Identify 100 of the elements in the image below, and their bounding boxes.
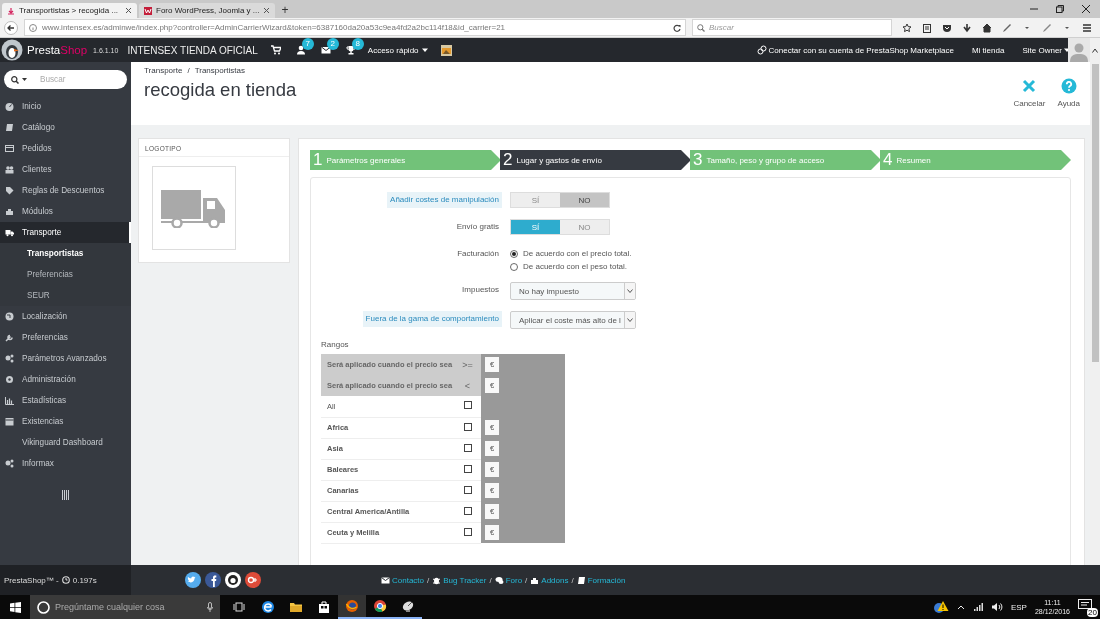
cart-icon[interactable] [270,45,281,55]
breadcrumb-link[interactable]: Transportistas [194,66,245,75]
checkbox[interactable] [463,443,472,452]
image-icon[interactable] [440,44,452,56]
browser-icon[interactable] [261,600,275,614]
sidebar-item[interactable]: Localización [0,306,131,327]
sidebar-item[interactable]: Transporte [0,222,131,243]
shop-name[interactable]: INTENSEX TIENDA OFICIAL [127,44,258,56]
folder-icon[interactable] [289,600,303,614]
chevron-up-icon[interactable] [956,604,965,610]
box-icon [5,417,14,426]
breadcrumb-separator: / [187,66,190,75]
page-icon [7,6,15,15]
sidebar-item[interactable]: Módulos [0,201,131,222]
caret-icon [421,47,428,53]
reload-icon[interactable] [673,23,681,32]
sidebar-item[interactable]: Preferencias [0,327,131,348]
checkbox[interactable] [463,464,472,473]
toggle-switch[interactable]: SÍ NO [510,192,610,208]
home-icon[interactable] [982,22,992,33]
select-field[interactable]: No hay impuesto [510,282,636,300]
sidebar-item[interactable]: Informax [0,453,131,474]
task-view-icon[interactable] [233,600,247,614]
pencil-icon[interactable] [1042,22,1052,33]
social-icon[interactable] [205,572,221,588]
social-icon[interactable] [245,572,261,588]
sidebar-item[interactable]: Parámetros Avanzados [0,348,131,369]
breadcrumb-link[interactable]: Transporte [144,66,183,75]
notification-button[interactable]: 20 [1078,599,1096,615]
new-tab-button[interactable]: + [277,3,293,18]
satellite-dish-icon[interactable] [401,599,415,613]
sidebar-item[interactable]: Clientes [0,159,131,180]
speaker-icon[interactable] [990,602,1003,612]
user-icon[interactable] [295,45,306,55]
network-icon[interactable] [972,602,983,612]
minimize-icon[interactable] [1030,5,1038,13]
sidebar-item[interactable]: Existencias [0,411,131,432]
marketplace-link[interactable]: Conectar con su cuenta de PrestaShop Marketplace [756,45,954,55]
shop-link[interactable]: Mi tienda [971,45,1005,55]
search-field[interactable]: Pregúntame cualquier cosa [30,595,220,619]
sidebar-item[interactable]: Inicio [0,96,131,117]
footer-link[interactable]: Foro [494,575,523,585]
star-icon[interactable] [902,22,912,33]
sidebar-subitem[interactable]: Preferencias [0,264,131,285]
trophy-icon[interactable] [345,45,356,55]
language-indicator[interactable]: ESP [1010,602,1027,612]
envelope-icon[interactable] [320,45,331,55]
footer-link[interactable]: Formación [576,575,626,585]
shield-icon[interactable] [942,22,952,33]
sidebar-item[interactable]: Catálogo [0,117,131,138]
sidebar-subitem[interactable]: Transportistas [0,243,131,264]
help-icon [1060,78,1077,94]
clipboard-icon[interactable] [922,22,932,33]
sidebar-item[interactable]: Estadísticas [0,390,131,411]
link-separator: / [427,575,430,585]
close-icon[interactable] [125,7,132,14]
sidebar-item[interactable]: Pedidos [0,138,131,159]
checkbox[interactable] [463,506,472,515]
gears-icon [5,459,14,468]
collapse-icon[interactable] [62,490,69,500]
close-icon[interactable] [1082,5,1090,13]
footer-link[interactable]: Contacto [381,575,425,585]
radio-button[interactable] [510,249,518,258]
restore-icon[interactable] [1056,5,1064,13]
url-field[interactable]: www.intensex.es/adminwe/index.php?controller=AdminCarrierWizard&token=6387160da20a53c9ea4fd2a2bc114f18&id_carrier=21 [24,19,686,36]
radio-button[interactable] [510,262,518,271]
pencil-icon[interactable] [1002,22,1012,33]
scroll-up-icon[interactable] [1092,47,1098,53]
footer-brand: PrestaShop™ - [4,575,59,585]
sidebar-item[interactable]: Reglas de Descuentos [0,180,131,201]
cancel-button[interactable]: Cancelar [1013,78,1046,108]
sidebar-subitem[interactable]: SEUR [0,285,131,306]
windows-icon[interactable] [9,601,21,613]
footer-link[interactable]: Bug Tracker [432,575,487,585]
scrollbar[interactable] [1090,62,1100,565]
browser-tab[interactable]: Foro WordPress, Joomla y ... [139,3,276,18]
book-icon [5,123,14,132]
close-icon[interactable] [263,7,271,14]
sidebar-item[interactable]: Vikinguard Dashboard [0,432,131,453]
close-icon [1021,78,1038,94]
select-field[interactable]: Aplicar el coste más alto de l [510,311,636,329]
caret-icon [627,289,633,293]
checkbox[interactable] [463,401,472,410]
bird-icon[interactable] [185,572,201,588]
sidebar-item[interactable]: Administración [0,369,131,390]
checkbox[interactable] [463,422,472,431]
wizard-step[interactable]: 2 Lugar y gastos de envío [500,150,691,170]
store-icon[interactable] [317,600,331,614]
help-button[interactable]: Ayuda [1057,78,1080,108]
gear-icon [5,375,14,384]
warning-icon[interactable] [932,600,949,614]
back-icon[interactable] [4,20,18,35]
download-icon[interactable] [962,22,972,33]
checkbox[interactable] [463,485,472,494]
browser-tab[interactable]: Transportistas > recogida ... [2,3,137,18]
checkbox[interactable] [463,527,472,536]
menu-icon[interactable] [1082,22,1092,33]
logo-icon[interactable] [1,39,23,61]
footer-link[interactable]: Addons [530,575,569,585]
quick-access-menu[interactable]: Acceso rápido [367,45,428,55]
